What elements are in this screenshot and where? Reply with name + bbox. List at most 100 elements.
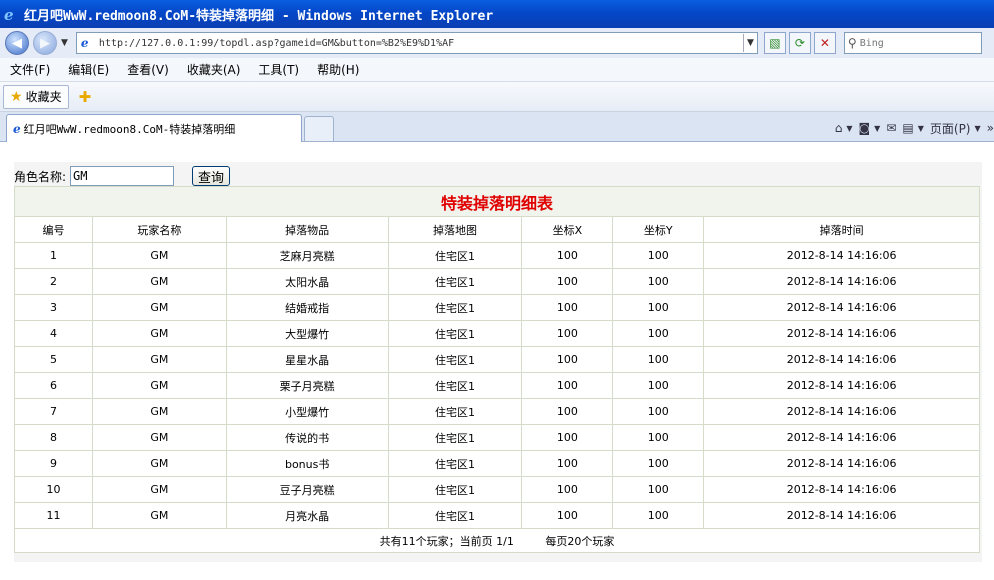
- refresh-icon: ⟳: [794, 36, 805, 50]
- cell-player: GM: [91, 242, 227, 269]
- cell-time: 2012-8-14 14:16:06: [703, 398, 980, 425]
- cell-item: bonus书: [225, 450, 389, 477]
- cell-id: 4: [14, 320, 93, 347]
- cell-y: 100: [612, 502, 705, 529]
- query-button[interactable]: 查询: [192, 166, 231, 186]
- address-dropdown-icon[interactable]: ▼: [742, 34, 757, 52]
- menu-favorites[interactable]: 收藏夹(A): [187, 61, 241, 78]
- tab-label: 红月吧WwW.redmoon8.CoM-特装掉落明细: [23, 122, 236, 136]
- cell-y: 100: [612, 372, 705, 399]
- chevron-down-icon: ▼: [846, 123, 853, 133]
- cell-item: 芝麻月亮糕: [225, 242, 389, 269]
- menu-file[interactable]: 文件(F): [10, 61, 50, 78]
- cell-player: GM: [91, 502, 227, 529]
- page-icon: e: [13, 121, 21, 136]
- cell-x: 100: [521, 242, 614, 269]
- menu-edit[interactable]: 编辑(E): [68, 61, 109, 78]
- cell-x: 100: [521, 346, 614, 373]
- cell-item: 豆子月亮糕: [225, 476, 389, 503]
- menu-tools[interactable]: 工具(T): [258, 61, 299, 78]
- table-row: 9 GM bonus书 住宅区1 100 100 2012-8-14 14:16:06: [14, 450, 980, 477]
- cell-id: 9: [14, 450, 93, 477]
- cell-time: 2012-8-14 14:16:06: [703, 320, 980, 347]
- stop-button[interactable]: ✕: [813, 32, 836, 54]
- favorites-button[interactable]: ★ 收藏夹: [3, 84, 69, 109]
- compatibility-icon: ▧: [769, 36, 781, 50]
- cell-item: 传说的书: [225, 424, 389, 451]
- url-text[interactable]: http://127.0.0.1:99/topdl.asp?gameid=GM&…: [99, 38, 743, 49]
- cell-id: 11: [14, 502, 93, 529]
- address-field[interactable]: e http://127.0.0.1:99/topdl.asp?gameid=G…: [75, 32, 758, 54]
- menu-bar: 文件(F) 编辑(E) 查看(V) 收藏夹(A) 工具(T) 帮助(H): [0, 58, 994, 82]
- window-title: 红月吧WwW.redmoon8.CoM-特装掉落明细 - Windows Int…: [24, 8, 494, 24]
- page-icon: e: [80, 36, 89, 50]
- page-menu-button[interactable]: 页面(P) ▼: [930, 120, 981, 137]
- add-favorite-icon[interactable]: ✚: [79, 88, 92, 106]
- table-row: 1 GM 芝麻月亮糕 住宅区1 100 100 2012-8-14 14:16:06: [14, 242, 980, 269]
- table-row: 5 GM 星星水晶 住宅区1 100 100 2012-8-14 14:16:06: [14, 346, 980, 373]
- cell-y: 100: [612, 424, 705, 451]
- cell-map: 住宅区1: [387, 242, 523, 269]
- header-time: 掉落时间: [703, 216, 980, 243]
- cell-item: 星星水晶: [225, 346, 389, 373]
- cell-y: 100: [612, 294, 705, 321]
- header-map: 掉落地图: [387, 216, 523, 243]
- cell-id: 6: [14, 372, 93, 399]
- cell-id: 2: [14, 268, 93, 295]
- cell-time: 2012-8-14 14:16:06: [703, 242, 980, 269]
- table-row: 4 GM 大型爆竹 住宅区1 100 100 2012-8-14 14:16:06: [14, 320, 980, 347]
- tab-active[interactable]: e 红月吧WwW.redmoon8.CoM-特装掉落明细: [6, 114, 302, 142]
- refresh-button[interactable]: ⟳: [788, 32, 811, 54]
- cell-item: 结婚戒指: [225, 294, 389, 321]
- back-button[interactable]: ◀: [5, 31, 29, 55]
- table-body: 1 GM 芝麻月亮糕 住宅区1 100 100 2012-8-14 14:16:06 2 GM 太…: [14, 242, 980, 529]
- close-icon: ✕: [819, 36, 830, 50]
- cell-player: GM: [91, 398, 227, 425]
- table-row: 6 GM 栗子月亮糕 住宅区1 100 100 2012-8-14 14:16:06: [14, 372, 980, 399]
- forward-button[interactable]: ▶: [33, 31, 57, 55]
- window-title-bar: e 红月吧WwW.redmoon8.CoM-特装掉落明细 - Windows I…: [0, 0, 994, 28]
- role-name-input[interactable]: [70, 166, 175, 186]
- cell-map: 住宅区1: [387, 450, 523, 477]
- cell-player: GM: [91, 372, 227, 399]
- header-x: 坐标X: [521, 216, 614, 243]
- compatibility-view-button[interactable]: ▧: [763, 32, 786, 54]
- cell-id: 3: [14, 294, 93, 321]
- cell-map: 住宅区1: [387, 424, 523, 451]
- cell-map: 住宅区1: [387, 268, 523, 295]
- new-tab-button[interactable]: [304, 116, 334, 141]
- cell-map: 住宅区1: [387, 320, 523, 347]
- table-row: 8 GM 传说的书 住宅区1 100 100 2012-8-14 14:16:06: [14, 424, 980, 451]
- cell-item: 月亮水晶: [225, 502, 389, 529]
- search-input[interactable]: [859, 37, 970, 49]
- cell-id: 1: [14, 242, 93, 269]
- pagination-summary: 共有11个玩家；当前页 1/1: [379, 534, 514, 548]
- cell-time: 2012-8-14 14:16:06: [703, 424, 980, 451]
- menu-view[interactable]: 查看(V): [127, 61, 169, 78]
- cell-player: GM: [91, 320, 227, 347]
- cell-y: 100: [612, 320, 705, 347]
- cell-id: 5: [14, 346, 93, 373]
- menu-help[interactable]: 帮助(H): [317, 61, 359, 78]
- home-button[interactable]: ⌂ ▼: [835, 121, 853, 135]
- arrow-right-icon: ▶: [40, 35, 50, 51]
- cell-x: 100: [521, 502, 614, 529]
- cell-item: 小型爆竹: [225, 398, 389, 425]
- cell-x: 100: [521, 476, 614, 503]
- print-button[interactable]: ▤ ▼: [902, 121, 924, 135]
- table-row: 3 GM 结婚戒指 住宅区1 100 100 2012-8-14 14:16:06: [14, 294, 980, 321]
- mail-icon: ✉: [886, 121, 897, 135]
- cell-player: GM: [91, 424, 227, 451]
- mail-button[interactable]: ✉: [886, 121, 896, 135]
- more-commands-icon[interactable]: »: [987, 121, 994, 135]
- cell-time: 2012-8-14 14:16:06: [703, 268, 980, 295]
- search-box[interactable]: ⚲: [843, 32, 982, 54]
- cell-item: 太阳水晶: [225, 268, 389, 295]
- feeds-button[interactable]: ◙ ▼: [859, 121, 881, 135]
- favorites-bar: ★ 收藏夹 ✚: [0, 82, 994, 112]
- cell-map: 住宅区1: [387, 398, 523, 425]
- cell-player: GM: [91, 476, 227, 503]
- home-icon: ⌂: [834, 121, 843, 135]
- cell-player: GM: [91, 346, 227, 373]
- recent-pages-dropdown[interactable]: ▼: [61, 38, 68, 48]
